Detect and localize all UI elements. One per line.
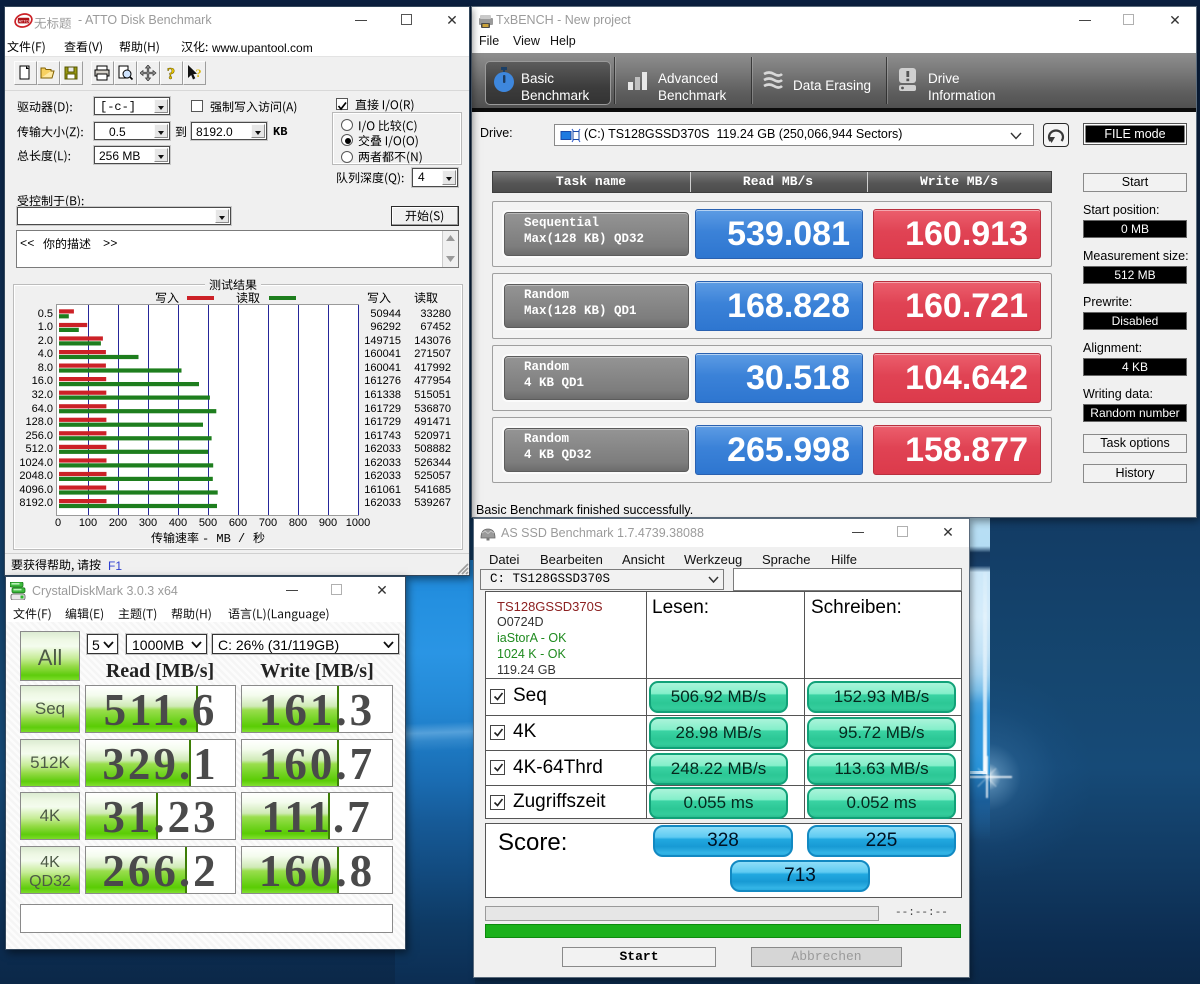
svg-text:?: ? [167, 65, 176, 81]
svg-text:?: ? [196, 66, 202, 80]
svg-text:ATTO: ATTO [18, 18, 28, 23]
